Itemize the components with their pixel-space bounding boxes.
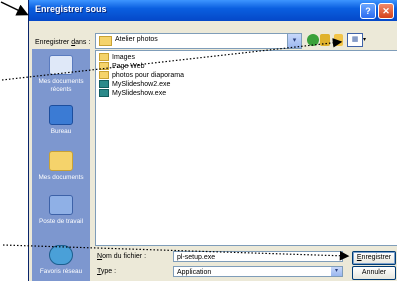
place-my-computer[interactable]: Poste de travail [32, 195, 90, 226]
list-item[interactable]: Page Web [99, 62, 145, 71]
views-menu-arrow[interactable]: ▾ [363, 36, 366, 43]
save-button[interactable]: Enregistrer [352, 251, 396, 265]
filetype-label: Type : [97, 268, 116, 275]
chevron-down-icon[interactable]: ▾ [331, 267, 342, 276]
filetype-dropdown[interactable]: Application ▾ [173, 266, 343, 277]
filename-field[interactable]: pl-setup.exe [173, 251, 343, 262]
back-icon[interactable] [307, 34, 319, 46]
filename-label: Nom du fichier : [97, 253, 146, 260]
filename-value: pl-setup.exe [177, 254, 216, 261]
recent-documents-icon [49, 55, 73, 75]
file-name: Page Web [112, 63, 145, 70]
place-label: Mes documents [38, 174, 84, 181]
list-item[interactable]: photos pour diaporama [99, 71, 184, 80]
save-as-dialog: Enregistrer sous ? ✕ Enregistrer dans : … [28, 0, 397, 281]
folder-icon [99, 36, 112, 46]
filename-label-rest: om du fichier : [102, 253, 147, 260]
place-label: Mes documents récents [38, 78, 84, 93]
cancel-button[interactable]: Annuler [352, 266, 396, 280]
dialog-title: Enregistrer sous [35, 4, 107, 14]
file-name: photos pour diaporama [112, 72, 184, 79]
place-label: Poste de travail [38, 218, 84, 225]
file-name: MySlideshow2.exe [112, 81, 171, 88]
folder-icon [99, 71, 109, 80]
save-in-dropdown[interactable]: Atelier photos ▾ [95, 33, 302, 49]
application-icon [99, 80, 109, 89]
file-name: MySlideshow.exe [112, 90, 167, 97]
place-desktop[interactable]: Bureau [32, 105, 90, 136]
up-folder-icon[interactable] [320, 34, 330, 46]
save-in-label-prefix: Enregistrer [35, 39, 72, 46]
views-menu-icon[interactable]: ▦ [347, 33, 363, 47]
my-computer-icon [49, 195, 73, 215]
chevron-down-icon[interactable]: ▾ [287, 34, 301, 48]
filetype-label-rest: ype : [100, 268, 117, 275]
list-item[interactable]: Images [99, 53, 135, 62]
save-in-label-suffix: ans : [75, 39, 91, 46]
place-label: Bureau [50, 128, 72, 135]
place-label: Favoris réseau [39, 268, 83, 275]
title-bar: Enregistrer sous ? ✕ [29, 0, 397, 21]
save-in-label: Enregistrer dans : [35, 39, 90, 46]
application-icon [99, 89, 109, 98]
save-in-value: Atelier photos [115, 36, 158, 43]
list-item[interactable]: MySlideshow2.exe [99, 80, 170, 89]
new-folder-icon[interactable] [334, 34, 343, 46]
list-item[interactable]: MySlideshow.exe [99, 89, 166, 98]
my-documents-icon [49, 151, 73, 171]
place-my-documents[interactable]: Mes documents [32, 151, 90, 182]
callout-arrow-title [0, 1, 29, 16]
help-button[interactable]: ? [360, 3, 376, 19]
filetype-value: Application [177, 269, 212, 276]
desktop-icon [49, 105, 73, 125]
save-button-rest: nregistrer [361, 254, 392, 261]
places-bar: Mes documents récents Bureau Mes documen… [32, 49, 90, 281]
file-list[interactable]: Images Page Web photos pour diaporama My… [95, 50, 397, 246]
folder-icon [99, 53, 109, 62]
place-recent-documents[interactable]: Mes documents récents [32, 55, 90, 94]
place-network[interactable]: Favoris réseau [32, 245, 90, 276]
close-button[interactable]: ✕ [378, 3, 394, 19]
folder-icon [99, 62, 109, 71]
network-places-icon [49, 245, 73, 265]
file-name: Images [112, 54, 135, 61]
